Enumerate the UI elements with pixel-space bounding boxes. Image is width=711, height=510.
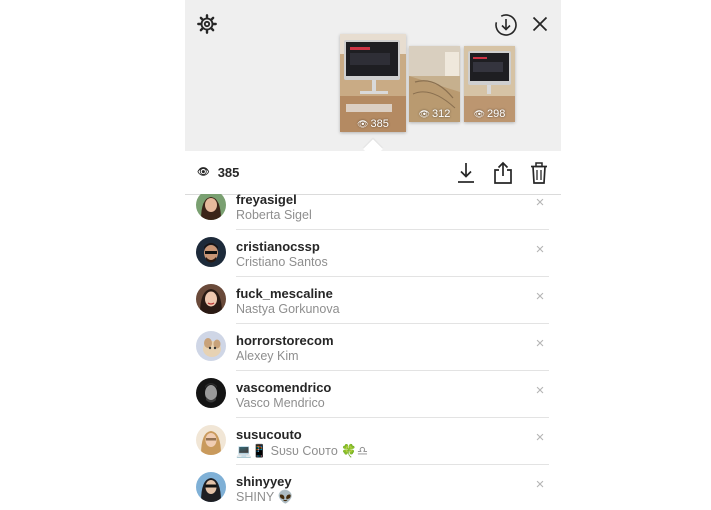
full-name: Vasco Mendrico	[236, 396, 325, 410]
list-item[interactable]: cristianocssp Cristiano Santos ×	[185, 230, 561, 277]
viewers-list[interactable]: freyasigel Roberta Sigel × cristianocssp…	[185, 194, 561, 510]
story-viewer-panel: 👁 385 👁 312 👁 298 👁 385 freyasigel Rober…	[185, 0, 561, 510]
full-name: Alexey Kim	[236, 349, 299, 363]
gear-icon[interactable]	[195, 12, 219, 36]
thumbnail-views-label: 298	[487, 108, 506, 120]
list-item[interactable]: susucouto 💻📱 Sᴜsᴜ Cᴏᴜᴛᴏ 🍀♎ ×	[185, 418, 561, 465]
remove-icon[interactable]: ×	[533, 477, 547, 492]
thumbnail-view-count: 👁 298	[464, 108, 515, 120]
remove-icon[interactable]: ×	[533, 195, 547, 210]
full-name: SHINY 👽	[236, 490, 294, 504]
close-icon[interactable]	[529, 13, 551, 35]
full-name: Cristiano Santos	[236, 255, 328, 269]
remove-icon[interactable]: ×	[533, 336, 547, 351]
eye-icon: 👁	[418, 109, 431, 119]
thumbnail-view-count: 👁 385	[340, 118, 406, 130]
avatar[interactable]	[196, 378, 226, 408]
full-name: Roberta Sigel	[236, 208, 312, 222]
avatar[interactable]	[196, 194, 226, 220]
full-name: 💻📱 Sᴜsᴜ Cᴏᴜᴛᴏ 🍀♎	[236, 444, 369, 458]
avatar[interactable]	[196, 472, 226, 502]
download-circle-icon[interactable]	[493, 12, 519, 38]
eye-icon: 👁	[197, 167, 210, 178]
thumbnail-views-label: 312	[432, 108, 451, 120]
thumbnail-views-label: 385	[370, 118, 389, 130]
story-thumbnail[interactable]: 👁 298	[464, 46, 515, 122]
username[interactable]: susucouto	[236, 427, 302, 442]
avatar[interactable]	[196, 284, 226, 314]
story-toolbar: 👁 385	[185, 151, 561, 195]
remove-icon[interactable]: ×	[533, 383, 547, 398]
list-item[interactable]: horrorstorecom Alexey Kim ×	[185, 324, 561, 371]
story-thumbnail[interactable]: 👁 385	[340, 34, 406, 132]
avatar[interactable]	[196, 425, 226, 455]
avatar[interactable]	[196, 331, 226, 361]
list-item[interactable]: freyasigel Roberta Sigel ×	[185, 194, 561, 230]
avatar[interactable]	[196, 237, 226, 267]
list-item[interactable]: fuck_mescaline Nastya Gorkunova ×	[185, 277, 561, 324]
list-item[interactable]: vascomendrico Vasco Mendrico ×	[185, 371, 561, 418]
share-icon[interactable]	[492, 161, 514, 185]
eye-icon: 👁	[357, 119, 369, 129]
story-thumbnails-area: 👁 385 👁 312 👁 298	[185, 0, 561, 151]
remove-icon[interactable]: ×	[533, 289, 547, 304]
download-icon[interactable]	[455, 161, 477, 185]
eye-icon: 👁	[473, 109, 486, 119]
list-item[interactable]: shinyyey SHINY 👽 ×	[185, 465, 561, 510]
username[interactable]: horrorstorecom	[236, 333, 334, 348]
username[interactable]: cristianocssp	[236, 239, 320, 254]
username[interactable]: shinyyey	[236, 474, 292, 489]
full-name: Nastya Gorkunova	[236, 302, 340, 316]
thumbnail-view-count: 👁 312	[409, 108, 460, 120]
remove-icon[interactable]: ×	[533, 242, 547, 257]
username[interactable]: freyasigel	[236, 194, 297, 207]
trash-icon[interactable]	[528, 161, 550, 185]
view-count-label: 385	[217, 165, 240, 180]
view-count: 👁 385	[197, 165, 239, 180]
username[interactable]: fuck_mescaline	[236, 286, 333, 301]
username[interactable]: vascomendrico	[236, 380, 331, 395]
remove-icon[interactable]: ×	[533, 430, 547, 445]
story-thumbnail[interactable]: 👁 312	[409, 46, 460, 122]
